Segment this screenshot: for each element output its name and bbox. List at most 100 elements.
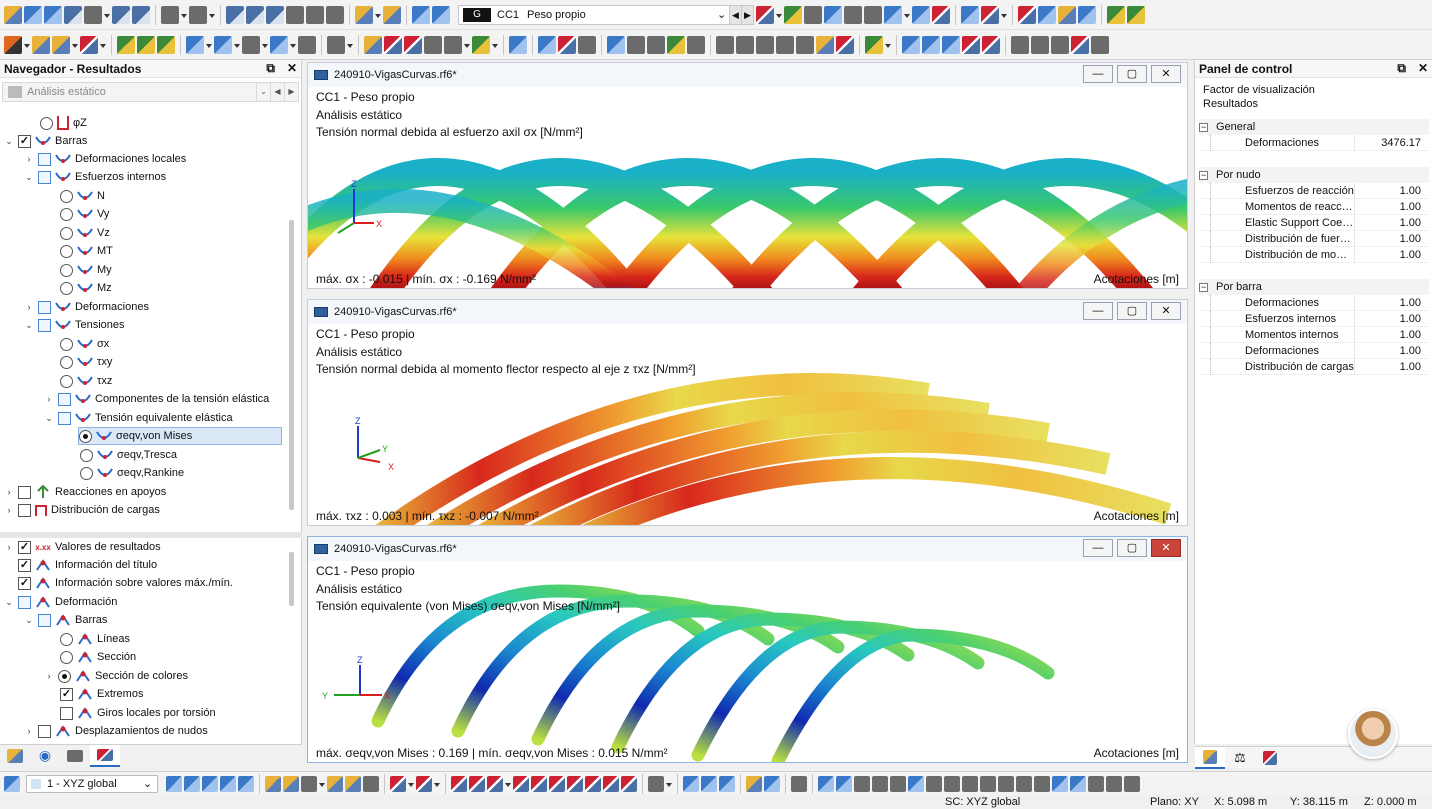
tree-item[interactable]: › Reacciones en apoyos: [4, 483, 166, 501]
cp-row[interactable]: Elastic Support Coeffici...1.00: [1199, 214, 1429, 231]
tree-item[interactable]: N: [60, 187, 105, 205]
view-canvas[interactable]: Z X CC1 - Peso propio Análisis estático …: [308, 87, 1187, 288]
tab-filter[interactable]: [1255, 747, 1285, 769]
tree-item[interactable]: ⌄ Tensiones: [24, 316, 125, 334]
view-window-2[interactable]: 240910-VigasCurvas.rf6* — ▢ ✕ Z X Y CC1 …: [307, 299, 1188, 526]
tree-item[interactable]: Vy: [60, 205, 109, 223]
pin-icon[interactable]: [1124, 775, 1140, 792]
intersect-icon[interactable]: [567, 775, 583, 792]
close-button[interactable]: ✕: [1151, 302, 1181, 320]
mesh-grid-icon[interactable]: [902, 35, 920, 54]
corner-view-icon[interactable]: [908, 775, 924, 792]
redo-icon[interactable]: [189, 5, 207, 24]
tree-item[interactable]: σx: [60, 335, 109, 353]
snap-points-icon[interactable]: [283, 775, 299, 792]
tree-item[interactable]: › Desplazamientos de nudos: [24, 722, 208, 740]
chart-icon[interactable]: [865, 35, 883, 54]
load-case-selector[interactable]: G CC1 Peso propio ⌄ ◀ ▶: [458, 4, 754, 25]
close-panel-icon[interactable]: ✕: [287, 61, 297, 76]
section-results-icon[interactable]: [961, 5, 979, 24]
box-view-icon[interactable]: [890, 775, 906, 792]
maximize-button[interactable]: ▢: [1117, 539, 1147, 557]
close-button[interactable]: ✕: [1151, 539, 1181, 557]
tree-item[interactable]: ⌄ Esfuerzos internos: [24, 168, 166, 186]
next-load-case-button[interactable]: ▶: [741, 5, 753, 24]
tree-item[interactable]: Giros locales por torsión: [60, 704, 216, 722]
table-toggle-icon[interactable]: [246, 5, 264, 24]
dimension-icon[interactable]: [538, 35, 556, 54]
tree-item[interactable]: σeqv,Tresca: [80, 446, 177, 464]
pointer-icon[interactable]: [4, 35, 22, 54]
scale-icon[interactable]: [424, 35, 442, 54]
workplane-icon[interactable]: [648, 775, 664, 792]
ortho-icon[interactable]: [390, 775, 406, 792]
tangent-icon[interactable]: [549, 775, 565, 792]
grid-lines-icon[interactable]: [736, 35, 754, 54]
frame-view-icon[interactable]: [854, 775, 870, 792]
animation-icon[interactable]: [981, 5, 999, 24]
member-load-icon[interactable]: [214, 35, 232, 54]
section-icon[interactable]: [242, 35, 260, 54]
tree-item[interactable]: › ✓ x.xx Valores de resultados: [4, 538, 161, 556]
coordinate-system-icon[interactable]: [4, 775, 20, 792]
snap-frame-icon[interactable]: [363, 775, 379, 792]
cp-row[interactable]: Distribución de fuerzas 1.00: [1199, 230, 1429, 247]
settings-icon[interactable]: [1091, 35, 1109, 54]
navigator-scrollbar[interactable]: [289, 220, 294, 510]
results-on-icon[interactable]: [412, 5, 430, 24]
trim-icon[interactable]: [621, 775, 637, 792]
line-support-icon[interactable]: [137, 35, 155, 54]
tree-item-selected[interactable]: σeqv,von Mises: [78, 427, 282, 445]
solid-view-icon[interactable]: [1058, 5, 1076, 24]
section-per-node[interactable]: − Por nudo: [1199, 167, 1429, 183]
minimize-button[interactable]: —: [1083, 302, 1113, 320]
new-model-icon[interactable]: [4, 5, 22, 24]
grid-display-icon[interactable]: [719, 775, 735, 792]
paint-icon[interactable]: [816, 35, 834, 54]
circle-icon[interactable]: [962, 775, 978, 792]
navigator-scrollbar[interactable]: [289, 552, 294, 606]
tree-item[interactable]: ✓ Extremos: [60, 685, 143, 703]
avatar[interactable]: [1348, 709, 1398, 759]
connect-icon[interactable]: [472, 35, 490, 54]
tree-item[interactable]: Vz: [60, 224, 110, 242]
snap-mid-icon[interactable]: [345, 775, 361, 792]
tree-item[interactable]: ⌄ Barras: [24, 611, 107, 629]
reactions-icon[interactable]: [784, 5, 802, 24]
tree-item[interactable]: φZ: [40, 114, 87, 132]
tab-views[interactable]: [60, 745, 90, 767]
draw-member-icon[interactable]: [80, 35, 98, 54]
maximize-button[interactable]: ▢: [1117, 302, 1147, 320]
analysis-type-combo[interactable]: Análisis estático ⌄ ◀ ▶: [2, 82, 299, 102]
tree-item[interactable]: › Componentes de la tensión elástica: [44, 390, 269, 408]
snap-icon[interactable]: [796, 35, 814, 54]
draw-line-icon[interactable]: [32, 35, 50, 54]
tab-scales[interactable]: [1195, 747, 1225, 769]
parallel-lines-icon[interactable]: [451, 775, 467, 792]
close-button[interactable]: ✕: [1151, 65, 1181, 83]
view-window-1[interactable]: 240910-VigasCurvas.rf6* — ▢ ✕ Z X CC1 - …: [307, 62, 1188, 289]
node-support-icon[interactable]: [117, 35, 135, 54]
tab-results[interactable]: [90, 744, 120, 767]
tree-item[interactable]: τxy: [60, 353, 112, 371]
table-icon[interactable]: [1052, 775, 1068, 792]
cp-row[interactable]: Deformaciones 3476.17: [1199, 134, 1429, 151]
load-wizard-icon[interactable]: [355, 5, 373, 24]
extend-icon[interactable]: [603, 775, 619, 792]
tree-item[interactable]: σeqv,Rankine: [80, 464, 184, 482]
section-cut-icon[interactable]: [578, 35, 596, 54]
surface-support-icon[interactable]: [157, 35, 175, 54]
open-model-icon[interactable]: [24, 5, 42, 24]
axis-z-icon[interactable]: [1127, 5, 1145, 24]
load-case-icon[interactable]: [383, 5, 401, 24]
view-side-icon[interactable]: [202, 775, 218, 792]
cp-row[interactable]: Esfuerzos de reacción 1.00: [1199, 182, 1429, 199]
cross-view-icon[interactable]: [872, 775, 888, 792]
work-plane-icon[interactable]: [776, 35, 794, 54]
chevron-down-icon[interactable]: ⌄: [143, 777, 157, 790]
deformation-icon[interactable]: [912, 5, 930, 24]
dots-icon[interactable]: [1016, 775, 1032, 792]
symmetry-icon[interactable]: [1051, 35, 1069, 54]
prev-load-case-button[interactable]: ◀: [729, 5, 741, 24]
calculator-icon[interactable]: [306, 5, 324, 24]
